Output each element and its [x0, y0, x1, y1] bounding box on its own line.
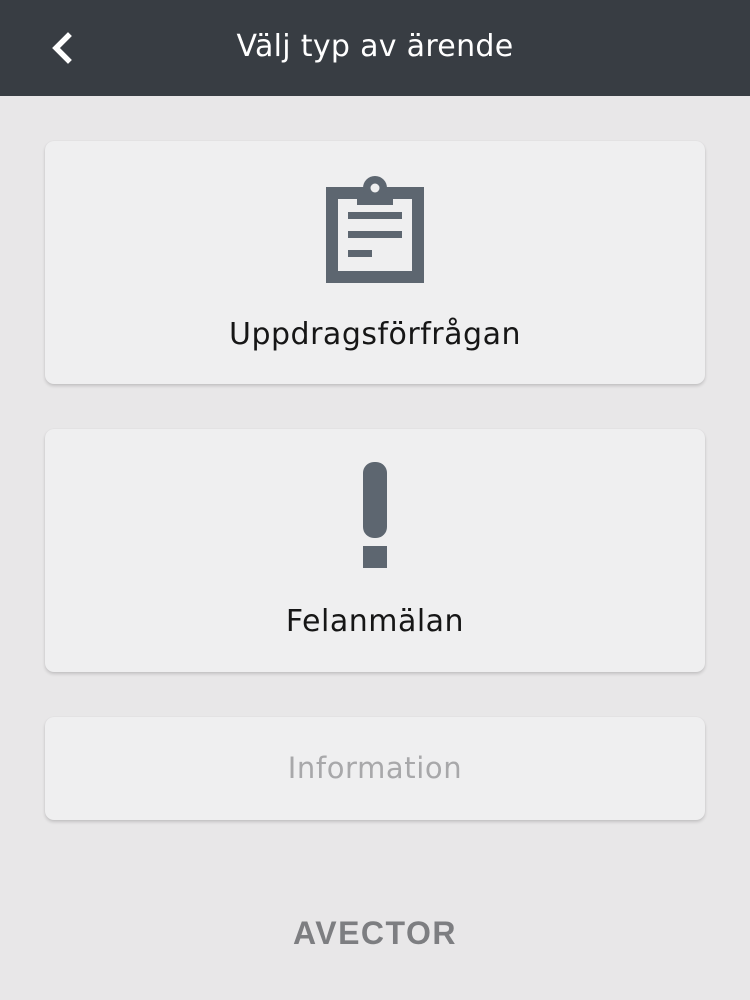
fault-report-card[interactable]: Felanmälan — [45, 429, 705, 672]
fault-report-label: Felanmälan — [285, 604, 465, 639]
top-app-bar: Välj typ av ärende — [0, 0, 750, 96]
request-assignment-card[interactable]: Uppdragsförfrågan — [45, 141, 705, 384]
clipboard-icon — [45, 175, 705, 283]
information-card[interactable]: Information — [45, 717, 705, 820]
app-screen: Välj typ av ärende Uppdragsförfrågan Fel… — [0, 0, 750, 1000]
information-label: Information — [287, 751, 463, 785]
page-title: Välj typ av ärende — [236, 29, 514, 64]
request-assignment-label: Uppdragsförfrågan — [229, 317, 521, 352]
exclamation-icon — [45, 462, 705, 570]
brand-logo: AVECTOR — [293, 915, 457, 951]
